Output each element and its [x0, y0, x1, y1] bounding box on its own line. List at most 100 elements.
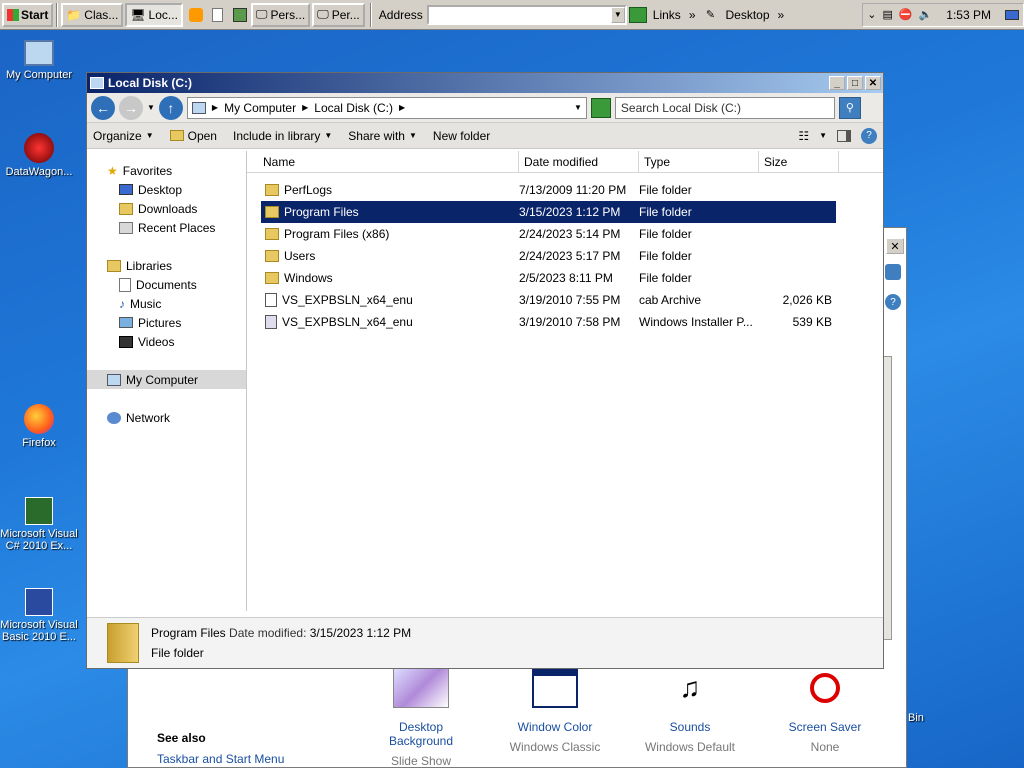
nav-network[interactable]: Network — [87, 408, 246, 427]
refresh-button[interactable] — [590, 97, 611, 118]
firefox-icon — [24, 404, 54, 434]
task-label: Pers... — [270, 7, 306, 22]
forward-button[interactable]: → — [119, 95, 143, 120]
nav-pictures[interactable]: Pictures — [87, 313, 246, 332]
title-bar[interactable]: Local Disk (C:) _ □ ✕ — [87, 73, 883, 93]
task-local-disk[interactable]: 🖥 Loc... — [125, 2, 183, 27]
desktop-icon-firefox[interactable]: Firefox — [0, 404, 78, 449]
security-alert-icon[interactable]: ⛔ — [899, 8, 913, 21]
details-date-label: Date modified: — [229, 626, 307, 640]
column-type[interactable]: Type — [639, 151, 759, 172]
csharp-icon[interactable] — [229, 3, 251, 27]
task-label: Per... — [331, 7, 360, 22]
nav-downloads[interactable]: Downloads — [87, 199, 246, 218]
table-row[interactable]: VS_EXPBSLN_x64_enu 3/19/2010 7:58 PM Win… — [261, 311, 836, 333]
table-row[interactable]: Program Files (x86) 2/24/2023 5:14 PM Fi… — [261, 223, 836, 245]
task-personalize-1[interactable]: 🖵 Pers... — [250, 2, 311, 27]
preview-pane-icon[interactable] — [837, 129, 851, 142]
table-row[interactable]: Program Files 3/15/2023 1:12 PM File fol… — [261, 201, 836, 223]
chevron-right-icon[interactable]: » — [774, 8, 789, 22]
column-name[interactable]: Name — [247, 151, 519, 172]
clock[interactable]: 1:53 PM — [946, 8, 991, 22]
desktop-icon-my-computer[interactable]: My Computer — [0, 40, 78, 81]
desktop-icon-datawagon[interactable]: DataWagon... — [0, 133, 78, 178]
navigation-pane: ★ Favorites Desktop Downloads Recent Plac… — [87, 151, 247, 611]
nav-desktop[interactable]: Desktop — [87, 180, 246, 199]
new-folder-button[interactable]: New folder — [433, 129, 490, 143]
start-button[interactable]: Start — [2, 2, 54, 27]
help-icon[interactable]: ? — [861, 127, 877, 144]
computer-icon — [90, 77, 104, 89]
nav-favorites[interactable]: ★ Favorites — [87, 161, 246, 180]
nav-videos[interactable]: Videos — [87, 332, 246, 351]
up-button[interactable]: ↑ — [158, 95, 183, 120]
show-desktop-icon[interactable] — [1005, 9, 1019, 20]
search-icon[interactable] — [885, 264, 901, 280]
include-in-library-button[interactable]: Include in library ▼ — [233, 129, 332, 143]
nav-my-computer[interactable]: My Computer — [87, 370, 246, 389]
nav-libraries[interactable]: Libraries — [87, 256, 246, 275]
nav-label: My Computer — [126, 372, 199, 387]
chevron-down-icon[interactable]: ⌄ — [867, 8, 876, 21]
column-label: Date modified — [524, 154, 599, 169]
back-button[interactable]: ← — [91, 95, 115, 120]
recycle-bin-label[interactable]: Bin — [908, 712, 924, 724]
share-with-button[interactable]: Share with ▼ — [348, 129, 417, 143]
minimize-button[interactable]: _ — [829, 76, 845, 90]
downloads-icon — [119, 202, 133, 215]
breadcrumb-item-local-disk[interactable]: Local Disk (C:) — [314, 101, 393, 115]
new-document-icon[interactable] — [207, 3, 229, 27]
table-row[interactable]: Users 2/24/2023 5:17 PM File folder — [261, 245, 836, 267]
table-row[interactable]: VS_EXPBSLN_x64_enu 3/19/2010 7:55 PM cab… — [261, 289, 836, 311]
view-options-icon[interactable]: ☷ — [798, 129, 809, 143]
media-player-icon[interactable] — [185, 3, 207, 27]
taskbar-start-menu-link[interactable]: Taskbar and Start Menu — [157, 752, 284, 766]
desktop-icon-visual-csharp[interactable]: Microsoft Visual C# 2010 Ex... — [0, 497, 78, 552]
address-input[interactable]: ▼ — [426, 4, 627, 25]
desktop-background-item[interactable]: Desktop Background Slide Show — [366, 668, 476, 768]
close-icon[interactable]: ✕ — [886, 238, 904, 254]
folder-icon — [265, 206, 279, 218]
edit-icon[interactable]: ✎ — [700, 3, 722, 27]
chevron-down-icon[interactable]: ▼ — [610, 6, 625, 23]
close-button[interactable]: ✕ — [865, 76, 881, 90]
nav-label: Pictures — [138, 315, 182, 330]
folder-icon — [265, 250, 279, 262]
table-row[interactable]: PerfLogs 7/13/2009 11:20 PM File folder — [261, 179, 836, 201]
chevron-down-icon[interactable]: ▼ — [574, 103, 582, 112]
help-icon[interactable]: ? — [885, 294, 901, 310]
search-input[interactable]: Search Local Disk (C:) — [614, 96, 835, 119]
column-size[interactable]: Size — [759, 151, 839, 172]
network-icon[interactable]: ▤ — [882, 8, 892, 21]
computer-icon — [191, 101, 206, 114]
window-color-icon — [532, 668, 578, 708]
window-color-item[interactable]: Window Color Windows Classic — [503, 668, 607, 754]
maximize-button[interactable]: □ — [847, 76, 863, 90]
command-label: Include in library — [232, 128, 321, 143]
go-icon[interactable] — [627, 3, 649, 27]
table-row[interactable]: Windows 2/5/2023 8:11 PM File folder — [261, 267, 836, 289]
desktop-icon-visual-basic[interactable]: Microsoft Visual Basic 2010 E... — [0, 588, 78, 643]
start-label: Start — [21, 7, 49, 22]
breadcrumb-item-my-computer[interactable]: My Computer — [224, 101, 296, 115]
open-button[interactable]: Open — [169, 129, 217, 143]
nav-recent-places[interactable]: Recent Places — [87, 218, 246, 237]
task-personalize-2[interactable]: 🖵 Per... — [312, 2, 365, 27]
task-label: Loc... — [148, 7, 178, 22]
desktop-toolbar-label[interactable]: Desktop — [722, 8, 774, 22]
column-date-modified[interactable]: Date modified — [519, 151, 639, 172]
chevron-down-icon[interactable]: ▼ — [819, 131, 827, 140]
volume-icon[interactable]: 🔈 — [919, 8, 933, 21]
links-label[interactable]: Links — [649, 8, 685, 22]
file-list: Name Date modified Type Size PerfLogs 7/… — [247, 151, 883, 611]
task-classic[interactable]: 📁 Clas... — [61, 2, 124, 27]
search-icon[interactable]: ⚲ — [838, 96, 861, 119]
screen-saver-item[interactable]: Screen Saver None — [773, 668, 877, 754]
chevron-down-icon[interactable]: ▼ — [147, 103, 155, 112]
nav-documents[interactable]: Documents — [87, 275, 246, 294]
sounds-item[interactable]: ♫ Sounds Windows Default — [638, 668, 742, 754]
nav-music[interactable]: ♪ Music — [87, 294, 246, 313]
organize-button[interactable]: Organize ▼ — [93, 129, 154, 143]
breadcrumb[interactable]: ▶ My Computer ▶ Local Disk (C:) ▶ ▼ — [186, 96, 587, 119]
chevron-right-icon[interactable]: » — [685, 8, 700, 22]
